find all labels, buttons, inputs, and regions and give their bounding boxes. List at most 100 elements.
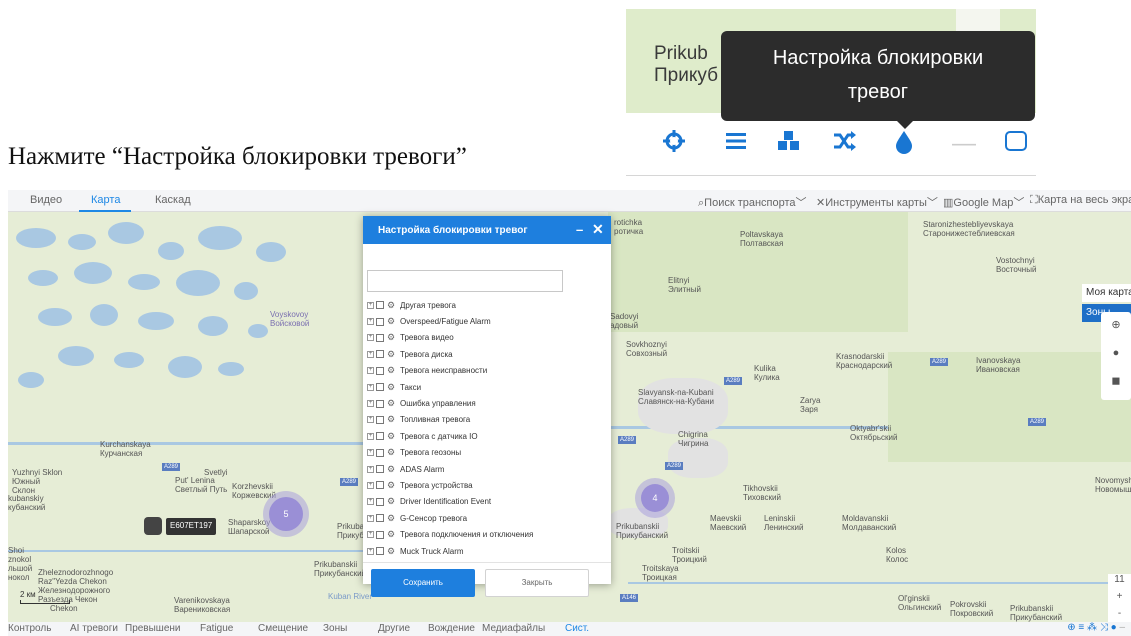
minimize-icon[interactable]: –: [576, 222, 583, 237]
checkbox[interactable]: [376, 415, 384, 424]
checkbox[interactable]: [376, 317, 384, 326]
checkbox[interactable]: [376, 350, 384, 359]
expand-icon[interactable]: +: [367, 481, 374, 489]
maximize-icon[interactable]: [1004, 129, 1028, 161]
bottom-tab[interactable]: Зоны: [323, 623, 347, 634]
expand-icon[interactable]: +: [367, 350, 374, 358]
checkbox[interactable]: [376, 481, 384, 490]
gear-icon: ⚙: [387, 447, 396, 458]
cube-icon[interactable]: ◼: [1109, 374, 1123, 388]
tree-item[interactable]: + ⚙ Тревога устройства: [367, 477, 607, 493]
cubes-icon[interactable]: ⁂: [1087, 622, 1097, 633]
checkbox[interactable]: [376, 333, 384, 342]
expand-icon[interactable]: +: [367, 547, 374, 555]
save-button[interactable]: Сохранить: [371, 569, 475, 597]
vehicle-cluster[interactable]: 4: [635, 478, 675, 518]
bottom-tab[interactable]: AI тревоги: [70, 623, 118, 634]
alarm-search-input[interactable]: [367, 270, 563, 292]
tree-item[interactable]: + ⚙ Driver Identification Event: [367, 494, 607, 510]
map-label: Sadovyi адовый: [610, 312, 639, 330]
checkbox[interactable]: [376, 432, 384, 441]
tree-item[interactable]: + ⚙ Тревога подключения и отключения: [367, 526, 607, 542]
map-provider-dropdown[interactable]: ▥Google Map﹀: [943, 194, 1024, 210]
map-label: rotichka ротичка: [614, 218, 644, 236]
minimize-icon[interactable]: —: [952, 129, 976, 159]
tree-item[interactable]: + ⚙ Тревога геозоны: [367, 445, 607, 461]
checkbox[interactable]: [376, 497, 384, 506]
map-label: Shoi znokol льшой нокол: [8, 546, 33, 582]
close-icon[interactable]: ✕: [592, 221, 604, 238]
bottom-tab[interactable]: Вождение: [428, 623, 475, 634]
expand-icon[interactable]: +: [367, 400, 374, 408]
alarm-block-drop-icon[interactable]: ●: [1111, 622, 1117, 633]
zoom-inset: Prikub Прикуб Настройка блокировки трево…: [626, 9, 1036, 181]
expand-icon[interactable]: +: [367, 318, 374, 326]
expand-icon[interactable]: +: [367, 465, 374, 473]
map-label: Varenikovskaya Варениковская: [174, 596, 231, 614]
shuffle-icon[interactable]: ⤨: [1100, 622, 1108, 633]
minimize-icon[interactable]: –: [1119, 622, 1125, 633]
tree-item[interactable]: + ⚙ Overspeed/Fatigue Alarm: [367, 313, 607, 329]
cubes-icon[interactable]: [776, 129, 802, 161]
tree-item[interactable]: + ⚙ Тревога с датчика IO: [367, 428, 607, 444]
tree-item[interactable]: + ⚙ G-Сенсор тревога: [367, 510, 607, 526]
tree-item-label: Driver Identification Event: [400, 497, 492, 507]
expand-icon[interactable]: +: [367, 383, 374, 391]
expand-icon[interactable]: +: [367, 416, 374, 424]
vehicle-search-label: Поиск транспорта: [704, 197, 796, 209]
tab-cascade[interactable]: Каскад: [155, 194, 191, 206]
bottom-tab[interactable]: Смещение: [258, 623, 308, 634]
tree-item[interactable]: + ⚙ Тревога неисправности: [367, 363, 607, 379]
checkbox[interactable]: [376, 366, 384, 375]
checkbox[interactable]: [376, 465, 384, 474]
tab-map[interactable]: Карта: [91, 194, 120, 206]
shuffle-icon[interactable]: [832, 129, 858, 161]
zoom-out-button[interactable]: -: [1108, 608, 1131, 619]
tree-item[interactable]: + ⚙ Muck Truck Alarm: [367, 543, 607, 559]
expand-icon[interactable]: +: [367, 449, 374, 457]
vehicle-plate-label[interactable]: E607EТ197: [166, 518, 217, 535]
bottom-tab[interactable]: Fatigue: [200, 623, 233, 634]
expand-icon[interactable]: +: [367, 514, 374, 522]
checkbox[interactable]: [376, 448, 384, 457]
locate-icon[interactable]: ⊕: [1067, 622, 1075, 633]
checkbox[interactable]: [376, 383, 384, 392]
expand-icon[interactable]: +: [367, 531, 374, 539]
expand-icon[interactable]: +: [367, 367, 374, 375]
tree-item[interactable]: + ⚙ Топливная тревога: [367, 412, 607, 428]
tree-item[interactable]: + ⚙ ADAS Alarm: [367, 461, 607, 477]
expand-icon[interactable]: +: [367, 498, 374, 506]
list-icon[interactable]: ≡: [1078, 622, 1084, 633]
vehicle-cluster[interactable]: 5: [263, 491, 309, 537]
alarm-block-drop-icon[interactable]: [894, 129, 914, 163]
tree-item[interactable]: + ⚙ Тревога диска: [367, 346, 607, 362]
bottom-tab[interactable]: Контроль: [8, 623, 51, 634]
close-button[interactable]: Закрыть: [485, 569, 589, 597]
checkbox[interactable]: [376, 547, 384, 556]
tree-item[interactable]: + ⚙ Другая тревога: [367, 297, 607, 313]
globe-icon[interactable]: ●: [1109, 346, 1123, 360]
tree-item[interactable]: + ⚙ Тревога видео: [367, 330, 607, 346]
bottom-tab[interactable]: Другие: [378, 623, 410, 634]
expand-icon[interactable]: +: [367, 334, 374, 342]
bottom-tab-system[interactable]: Сист.: [565, 623, 589, 634]
tree-item[interactable]: + ⚙ Такси: [367, 379, 607, 395]
map-tools-dropdown[interactable]: ✕Инструменты карты﹀: [816, 194, 938, 210]
fullscreen-map-button[interactable]: ⛶Карта на весь экран: [1030, 194, 1131, 207]
checkbox[interactable]: [376, 514, 384, 523]
list-icon[interactable]: [724, 129, 748, 161]
tree-item[interactable]: + ⚙ Ошибка управления: [367, 395, 607, 411]
zoom-in-button[interactable]: +: [1108, 591, 1131, 602]
truck-icon[interactable]: [144, 517, 162, 535]
checkbox[interactable]: [376, 399, 384, 408]
checkbox[interactable]: [376, 530, 384, 539]
vehicle-search-tool[interactable]: ⌕Поиск транспорта﹀: [698, 194, 807, 210]
tab-video[interactable]: Видео: [30, 194, 62, 206]
expand-icon[interactable]: +: [367, 301, 374, 309]
bottom-tab[interactable]: Превышени: [125, 623, 181, 634]
layers-icon[interactable]: ⊕: [1109, 318, 1123, 332]
locate-icon[interactable]: [662, 129, 686, 161]
bottom-tab[interactable]: Медиафайлы: [482, 623, 545, 634]
checkbox[interactable]: [376, 301, 384, 310]
expand-icon[interactable]: +: [367, 432, 374, 440]
